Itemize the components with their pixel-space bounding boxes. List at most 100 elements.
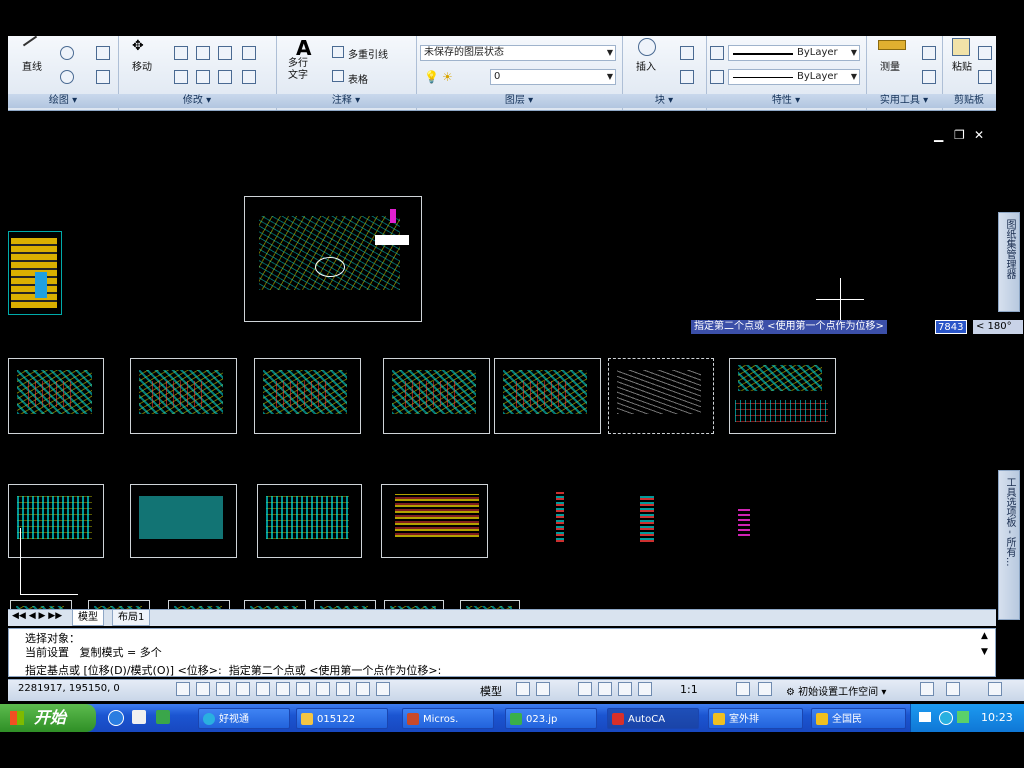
ortho-toggle-icon[interactable]: [216, 682, 230, 696]
panel-title-block[interactable]: 块 ▾: [622, 94, 706, 108]
tool-palettes[interactable]: 工具选项板 - 所有...: [998, 470, 1020, 620]
copy-icon[interactable]: [174, 46, 188, 60]
command-prompt-line[interactable]: 指定基点或 [位移(D)/模式(O)] <位移>: 指定第二个点或 <使用第一个…: [25, 662, 441, 678]
model-space-button[interactable]: 模型: [480, 683, 502, 699]
keyboard-icon[interactable]: [919, 712, 931, 722]
grid-toggle-icon[interactable]: [196, 682, 210, 696]
outlook-quicklaunch-icon[interactable]: [132, 710, 146, 724]
desktop-quicklaunch-icon[interactable]: [156, 710, 170, 724]
color-dropdown[interactable]: ByLayer ▼: [728, 45, 860, 61]
showmotion-icon[interactable]: [638, 682, 652, 696]
layer-state-dropdown[interactable]: 未保存的图层状态 ▼: [420, 45, 616, 61]
section-drawing: [738, 506, 750, 536]
insert-button[interactable]: 插入: [636, 58, 656, 73]
multileader-button[interactable]: 多重引线: [348, 46, 388, 61]
panel-title-utilities[interactable]: 实用工具 ▾: [866, 94, 942, 108]
panel-title-properties[interactable]: 特性 ▾: [706, 94, 866, 108]
panel-title-clipboard[interactable]: 剪贴板: [942, 94, 996, 108]
taskbar-item[interactable]: 023.jp: [505, 708, 597, 729]
rectangle-icon[interactable]: [96, 46, 110, 60]
dyn-toggle-icon[interactable]: [316, 682, 330, 696]
network-icon[interactable]: [939, 711, 953, 725]
drawing-area[interactable]: [8, 118, 996, 626]
panel-title-layers[interactable]: 图层 ▾: [416, 94, 622, 108]
lineweight-toggle-icon[interactable]: [336, 682, 350, 696]
workspace-switcher[interactable]: ⚙ 初始设置工作空间 ▾: [786, 683, 886, 698]
lock-icon[interactable]: [920, 682, 934, 696]
panel-title-modify[interactable]: 修改 ▾: [118, 94, 276, 108]
create-block-icon[interactable]: [680, 46, 694, 60]
taskbar-item[interactable]: 全国民: [811, 708, 906, 729]
selection-cycling-icon[interactable]: [376, 682, 390, 696]
edit-block-icon[interactable]: [680, 70, 694, 84]
coordinates-display[interactable]: 2281917, 195150, 0: [18, 683, 120, 694]
erase-icon[interactable]: [174, 70, 188, 84]
line-button[interactable]: 直线: [22, 58, 42, 73]
linetype-icon[interactable]: [710, 70, 724, 84]
hatch-icon[interactable]: [96, 70, 110, 84]
table-button[interactable]: 表格: [348, 71, 368, 86]
scroll-up-icon[interactable]: ▲: [981, 631, 988, 641]
dynamic-input-distance[interactable]: 7843: [935, 320, 967, 334]
quick-view-drawings-icon[interactable]: [536, 682, 550, 696]
scroll-down-icon[interactable]: ▼: [981, 647, 988, 657]
clean-screen-icon[interactable]: [988, 682, 1002, 696]
ellipse-icon[interactable]: [60, 70, 74, 84]
minimize-icon[interactable]: ▁: [934, 128, 943, 142]
dynamic-input-angle[interactable]: < 180°: [973, 320, 1023, 334]
sheet-set-manager-palette[interactable]: 图纸集管理器: [998, 212, 1020, 312]
taskbar-item[interactable]: Micros.: [402, 708, 494, 729]
calculator-icon[interactable]: [922, 70, 936, 84]
tab-layout1[interactable]: 布局1: [112, 610, 151, 626]
quick-select-icon[interactable]: [922, 46, 936, 60]
hardware-acceleration-icon[interactable]: [946, 682, 960, 696]
rotate-icon[interactable]: [196, 70, 210, 84]
trim-icon[interactable]: [242, 46, 256, 60]
paste-button[interactable]: 粘贴: [952, 58, 972, 73]
linetype-dropdown[interactable]: ByLayer ▼: [728, 69, 860, 85]
annotation-scale[interactable]: 1:1: [680, 683, 698, 696]
zoom-icon[interactable]: [598, 682, 612, 696]
quick-properties-icon[interactable]: [356, 682, 370, 696]
start-label: 开始: [34, 708, 67, 727]
circle-icon[interactable]: [60, 46, 74, 60]
mtext-button[interactable]: 多行文字: [288, 58, 314, 82]
layer-state-value: 未保存的图层状态: [424, 47, 504, 58]
move-button[interactable]: 移动: [132, 58, 152, 73]
tab-nav-icon[interactable]: ◀◀ ◀ ▶ ▶▶: [12, 611, 62, 621]
ducs-toggle-icon[interactable]: [296, 682, 310, 696]
snap-toggle-icon[interactable]: [176, 682, 190, 696]
start-button[interactable]: 开始: [0, 704, 96, 732]
panel-title-draw[interactable]: 绘图 ▾: [8, 94, 118, 108]
restore-icon[interactable]: ❐: [954, 128, 965, 142]
close-icon[interactable]: ✕: [974, 128, 984, 142]
volume-icon[interactable]: [957, 711, 969, 723]
mirror-icon[interactable]: [218, 46, 232, 60]
polar-toggle-icon[interactable]: [236, 682, 250, 696]
copy-clip-icon[interactable]: [978, 46, 992, 60]
panel-title-annotation[interactable]: 注释 ▾: [276, 94, 416, 108]
array-icon[interactable]: [218, 70, 232, 84]
lineweight-icon[interactable]: [710, 46, 724, 60]
fillet-icon[interactable]: [242, 70, 256, 84]
taskbar-item[interactable]: 015122: [296, 708, 388, 729]
match-properties-icon[interactable]: [978, 70, 992, 84]
pan-icon[interactable]: [578, 682, 592, 696]
stretch-icon[interactable]: [196, 46, 210, 60]
layer-dropdown[interactable]: 0 ▼: [490, 69, 616, 85]
taskbar-item[interactable]: 室外排: [708, 708, 803, 729]
linetype-value: ByLayer: [797, 71, 838, 82]
steering-wheel-icon[interactable]: [618, 682, 632, 696]
quick-view-layouts-icon[interactable]: [516, 682, 530, 696]
measure-button[interactable]: 测量: [880, 58, 900, 73]
auto-scale-icon[interactable]: [758, 682, 772, 696]
osnap-toggle-icon[interactable]: [256, 682, 270, 696]
ie-quicklaunch-icon[interactable]: [108, 710, 124, 726]
clock[interactable]: 10:23: [981, 711, 1013, 724]
taskbar-item[interactable]: 好视通: [198, 708, 290, 729]
taskbar-item-active[interactable]: AutoCA: [607, 708, 699, 729]
otrack-toggle-icon[interactable]: [276, 682, 290, 696]
annotation-visibility-icon[interactable]: [736, 682, 750, 696]
command-line[interactable]: 选择对象： 当前设置 复制模式 = 多个 指定基点或 [位移(D)/模式(O)]…: [8, 628, 996, 677]
tab-model[interactable]: 模型: [72, 610, 104, 626]
